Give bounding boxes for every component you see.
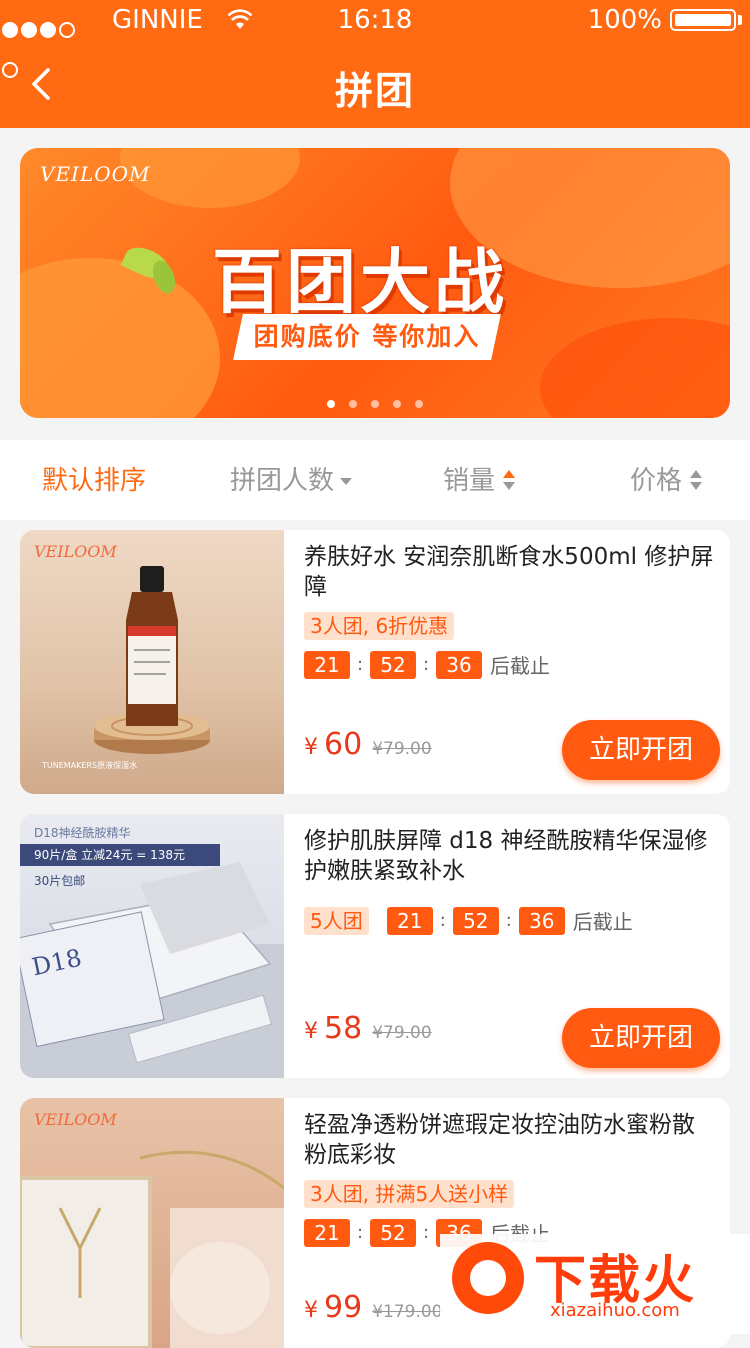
sort-price-label: 价格 <box>630 466 683 496</box>
countdown-hours: 21 <box>304 1218 350 1247</box>
product-card[interactable]: D18 D18神经酰胺精华 90片/盒 立减24元 = 138元 30片包邮 修… <box>20 814 730 1078</box>
sort-arrows-icon <box>503 469 516 490</box>
countdown-hours: 21 <box>304 650 350 679</box>
battery-percent: 100% <box>587 5 662 35</box>
currency-symbol: ¥ <box>304 1019 318 1044</box>
thumb-tag: D18神经酰胺精华 <box>34 826 131 840</box>
banner-subtitle-ribbon: 团购底价 等你加入 <box>233 314 501 360</box>
start-group-button[interactable]: 立即开团 <box>562 720 720 780</box>
carousel-dot[interactable] <box>327 400 335 408</box>
thumb-caption: TUNEMAKERS原液保湿水 <box>41 760 137 770</box>
countdown-seconds: 36 <box>436 650 482 679</box>
countdown-minutes: 52 <box>370 1218 416 1247</box>
sort-arrows-icon <box>690 469 703 490</box>
group-price: 60 <box>324 727 363 762</box>
banner-decoration <box>20 258 220 418</box>
banner-brand-logo: VEILOOM <box>40 162 151 186</box>
countdown-minutes: 52 <box>452 906 499 935</box>
carousel-dot[interactable] <box>349 400 357 408</box>
carousel-dot[interactable] <box>415 400 423 408</box>
original-price: ¥79.00 <box>372 1023 432 1043</box>
banner-headline: 百团大战 <box>212 241 508 323</box>
page-title: 拼团 <box>334 69 415 113</box>
product-name[interactable]: 养肤好水 安润奈肌断食水500ml 修护屏障 <box>304 542 716 602</box>
battery-cap <box>738 15 742 25</box>
site-watermark: 下载火 xiazaihuo.com <box>440 1234 750 1334</box>
countdown-suffix: 后截止 <box>490 654 550 678</box>
original-price: ¥179.00 <box>372 1302 443 1322</box>
thumb-offer-banner: 90片/盒 立减24元 = 138元 <box>20 844 220 866</box>
product-name[interactable]: 轻盈净透粉饼遮瑕定妆控油防水蜜粉散粉底彩妆 <box>304 1110 716 1170</box>
countdown-minutes: 52 <box>370 650 416 679</box>
promo-badge: 5人团 <box>304 906 369 935</box>
sort-sales[interactable]: 销量 <box>443 440 516 520</box>
original-price: ¥79.00 <box>372 739 432 759</box>
sort-group-size-label: 拼团人数 <box>230 466 335 496</box>
sort-bar: 默认排序 拼团人数 销量 价格 <box>0 440 750 520</box>
sort-default-label: 默认排序 <box>42 466 147 496</box>
product-image[interactable]: D18 D18神经酰胺精华 90片/盒 立减24元 = 138元 30片包邮 <box>20 814 284 1078</box>
sort-sales-label: 销量 <box>443 466 496 496</box>
banner-section: VEILOOM 百团大战 团购底价 等你加入 <box>0 128 750 440</box>
product-name[interactable]: 修护肌肤屏障 d18 神经酰胺精华保湿修护嫩肤紧致补水 <box>304 826 716 886</box>
countdown-hours: 21 <box>386 906 433 935</box>
currency-symbol: ¥ <box>304 1298 318 1323</box>
product-image[interactable]: VEILOOM <box>20 1098 284 1348</box>
product-info: 养肤好水 安润奈肌断食水500ml 修护屏障 3人团, 6折优惠 21:52:3… <box>304 542 716 679</box>
group-price: 99 <box>324 1290 363 1325</box>
app-header: GINNIE 16:18 100% 拼团 <box>0 0 750 128</box>
thumb-shipping: 30片包邮 <box>34 874 86 888</box>
countdown-timer: 21:52:36后截止 <box>304 650 550 679</box>
product-card[interactable]: VEILOOM TUNEMAKERS原液保湿水 养肤好水 安润奈肌断食水500m… <box>20 530 730 794</box>
toner-bottle-illustration: TUNEMAKERS原液保湿水 <box>41 566 210 770</box>
price-block: ¥60 ¥79.00 <box>304 727 432 762</box>
carousel-dot[interactable] <box>371 400 379 408</box>
product-info: 修护肌肤屏障 d18 神经酰胺精华保湿修护嫩肤紧致补水 5人团 21:52:36 后… <box>304 826 716 935</box>
currency-symbol: ¥ <box>304 735 318 760</box>
watermark-url: xiazaihuo.com <box>550 1300 680 1321</box>
start-group-button[interactable]: 立即开团 <box>562 1008 720 1068</box>
countdown-seconds: 36 <box>518 906 565 935</box>
promo-badge: 3人团, 6折优惠 <box>304 612 455 640</box>
status-bar: GINNIE 16:18 100% <box>0 0 750 78</box>
carousel-indicators <box>20 400 730 408</box>
carousel-dot[interactable] <box>393 400 401 408</box>
group-price: 58 <box>324 1011 363 1046</box>
sort-default[interactable]: 默认排序 <box>42 440 146 520</box>
compact-powder-illustration <box>20 1150 284 1348</box>
price-block: ¥58 ¥79.00 <box>304 1011 432 1046</box>
price-block: ¥99 ¥179.00 <box>304 1290 443 1348</box>
countdown-row: 5人团 21:52:36 后截止 <box>304 906 633 935</box>
banner-subtitle: 团购底价 等你加入 <box>253 322 481 351</box>
nav-bar: 拼团 <box>0 40 750 128</box>
countdown-suffix: 后截止 <box>572 910 633 934</box>
battery-icon <box>670 9 736 31</box>
product-info: 轻盈净透粉饼遮瑕定妆控油防水蜜粉散粉底彩妆 3人团, 拼满5人送小样 21:52… <box>304 1110 716 1247</box>
sort-price[interactable]: 价格 <box>630 440 703 520</box>
product-image[interactable]: VEILOOM TUNEMAKERS原液保湿水 <box>20 530 284 794</box>
sort-group-size[interactable]: 拼团人数 <box>230 440 353 520</box>
promo-badge: 3人团, 拼满5人送小样 <box>304 1180 515 1208</box>
flame-logo-icon <box>452 1242 524 1314</box>
promo-banner[interactable]: VEILOOM 百团大战 团购底价 等你加入 <box>20 148 730 418</box>
caret-down-icon <box>340 478 353 485</box>
